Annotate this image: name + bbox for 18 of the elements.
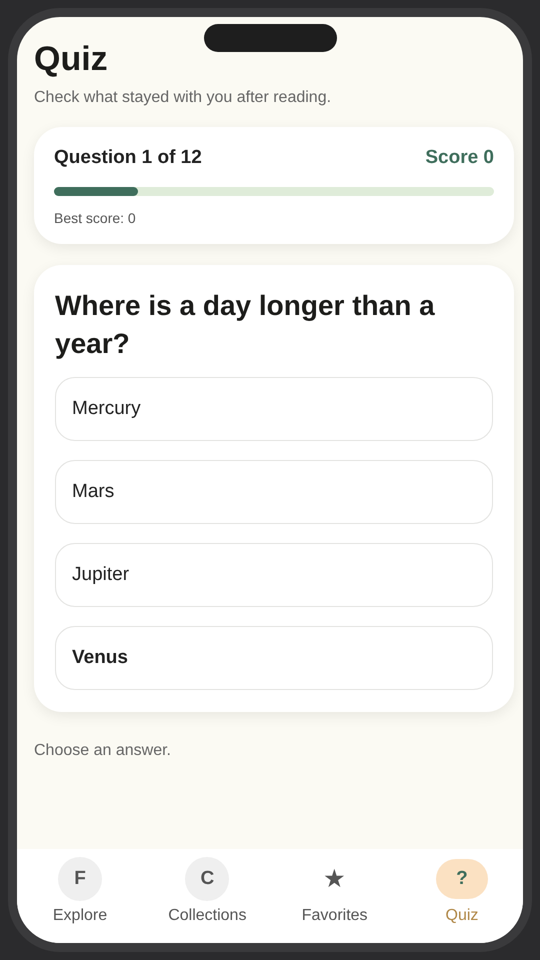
tab-label[interactable]: Collections [168, 907, 246, 925]
tab-icon[interactable]: ? [436, 859, 488, 899]
question-counter: Question 1 of 12 [54, 147, 202, 169]
star-icon[interactable]: ★ [312, 857, 357, 901]
tab-icon[interactable]: F [58, 857, 102, 901]
answer-option[interactable]: Venus [55, 626, 493, 690]
answer-option[interactable]: Mercury [55, 377, 493, 441]
page-title: Quiz [34, 39, 109, 79]
question-text: Where is a day longer than a year? [55, 289, 436, 361]
tab-icon[interactable]: C [185, 857, 230, 901]
hint-text: Choose an answer. [34, 742, 172, 760]
answer-option[interactable]: Mars [55, 460, 493, 524]
answer-option[interactable]: Jupiter [55, 543, 493, 607]
page-subtitle: Check what stayed with you after reading. [34, 89, 332, 107]
score-label: Score 0 [425, 147, 494, 169]
tab-label[interactable]: Explore [52, 907, 108, 925]
best-score-label: Best score: 0 [54, 210, 137, 226]
tab-label[interactable]: Favorites [302, 907, 368, 925]
